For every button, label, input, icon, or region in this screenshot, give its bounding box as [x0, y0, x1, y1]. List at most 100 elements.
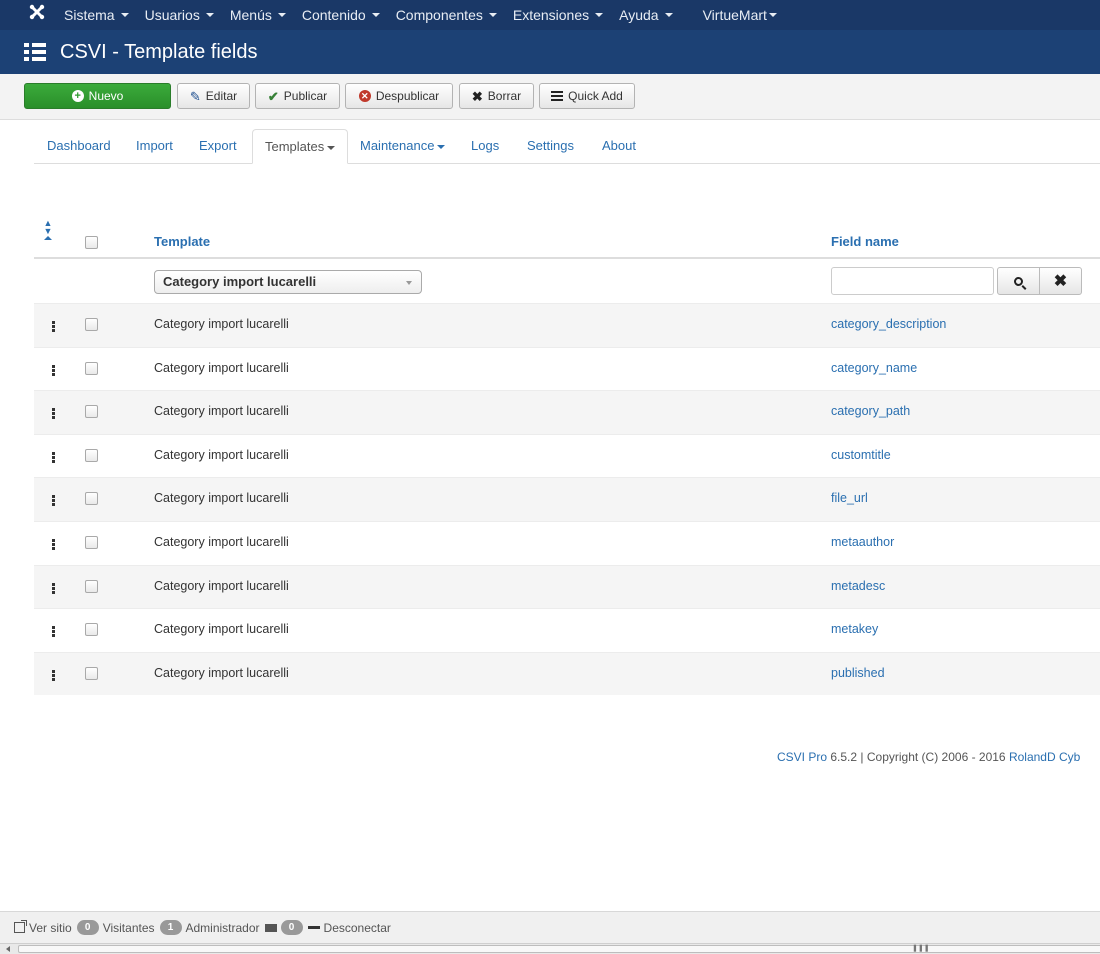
column-header-field-name[interactable]: Field name — [831, 234, 899, 249]
menu-ayuda[interactable]: Ayuda — [619, 7, 673, 23]
field-search-input[interactable] — [831, 267, 994, 295]
drag-handle-icon[interactable] — [52, 538, 55, 550]
tab-settings[interactable]: Settings — [527, 129, 574, 164]
table-body: Category import lucarelli category_descri… — [34, 303, 1100, 696]
new-button-label: Nuevo — [88, 89, 124, 103]
row-checkbox[interactable] — [85, 579, 98, 593]
select-all-checkbox[interactable] — [85, 236, 98, 249]
field-name-link[interactable]: published — [831, 666, 885, 680]
row-checkbox[interactable] — [85, 448, 98, 462]
joomla-logo-icon[interactable] — [24, 0, 50, 30]
logout-link[interactable]: Desconectar — [307, 920, 391, 935]
row-checkbox[interactable] — [85, 361, 98, 375]
row-checkbox[interactable] — [85, 405, 98, 419]
menu-extensiones[interactable]: Extensiones — [513, 7, 604, 23]
view-site-link[interactable]: Ver sitio — [14, 920, 72, 935]
copyright-text: | Copyright (C) 2006 - 2016 — [860, 750, 1006, 764]
publish-button[interactable]: ✔ Publicar — [255, 83, 340, 109]
menu-label: Menús — [229, 7, 272, 23]
menu-usuarios[interactable]: Usuarios — [145, 7, 214, 23]
drag-handle-icon[interactable] — [52, 364, 55, 376]
drag-handle-icon[interactable] — [52, 408, 55, 420]
sort-ascending-icon[interactable] — [44, 236, 52, 240]
quick-add-button-label: Quick Add — [568, 89, 623, 103]
chevron-down-icon — [768, 13, 777, 17]
field-name-link[interactable]: category_name — [831, 361, 917, 375]
row-checkbox[interactable] — [85, 492, 98, 506]
envelope-icon — [264, 923, 277, 932]
delete-button[interactable]: ✖ Borrar — [459, 83, 534, 109]
template-cell: Category import lucarelli — [154, 317, 289, 331]
chevron-down-icon — [371, 13, 380, 17]
chevron-down-icon — [664, 13, 673, 17]
field-name-link[interactable]: category_path — [831, 404, 910, 418]
tab-logs[interactable]: Logs — [471, 129, 499, 164]
tab-maintenance[interactable]: Maintenance — [360, 129, 446, 164]
chevron-down-icon — [120, 13, 129, 17]
row-checkbox[interactable] — [85, 623, 98, 637]
unpublish-button[interactable]: ✕ Despublicar — [345, 83, 453, 109]
new-button[interactable]: + Nuevo — [24, 83, 171, 109]
page-header: CSVI - Template fields — [0, 30, 1100, 74]
admins-label: Administrador — [185, 920, 260, 935]
edit-button-label: Editar — [205, 89, 238, 103]
tab-import[interactable]: Import — [136, 129, 173, 164]
chevron-down-icon — [205, 13, 214, 17]
menu-label: Componentes — [395, 7, 483, 23]
scrollbar-thumb[interactable] — [18, 945, 1100, 953]
tab-export[interactable]: Export — [199, 129, 237, 164]
drag-handle-icon[interactable] — [52, 669, 55, 681]
visitors-status: 0 Visitantes — [76, 920, 155, 935]
edit-button[interactable]: ✎ Editar — [177, 83, 250, 109]
field-name-link[interactable]: customtitle — [831, 448, 891, 462]
menu-label: Usuarios — [144, 7, 200, 23]
field-name-link[interactable]: file_url — [831, 491, 868, 505]
product-link[interactable]: CSVI Pro — [777, 750, 827, 764]
search-button[interactable] — [997, 267, 1040, 295]
tab-templates[interactable]: Templates — [252, 129, 349, 164]
menu-virtuemart[interactable]: VirtueMart — [703, 7, 777, 23]
quick-add-button[interactable]: Quick Add — [539, 83, 635, 109]
template-filter-select[interactable]: Category import lucarelli — [154, 270, 422, 294]
menu-sistema[interactable]: Sistema — [64, 7, 129, 23]
menu-menus[interactable]: Menús — [230, 7, 286, 23]
table-row: Category import lucarelli published — [34, 651, 1100, 696]
external-link-icon — [14, 920, 27, 933]
menu-componentes[interactable]: Componentes — [396, 7, 497, 23]
tab-about[interactable]: About — [602, 129, 636, 164]
menu-contenido[interactable]: Contenido — [302, 7, 380, 23]
column-header-template[interactable]: Template — [154, 234, 210, 249]
row-checkbox[interactable] — [85, 535, 98, 549]
logout-label: Desconectar — [323, 920, 391, 935]
row-checkbox[interactable] — [85, 666, 98, 680]
messages-badge: 0 — [280, 920, 303, 935]
table-row: Category import lucarelli category_path — [34, 390, 1100, 434]
horizontal-scrollbar[interactable]: ❚❚❚ — [0, 943, 1100, 954]
field-name-link[interactable]: metadesc — [831, 579, 885, 593]
messages-status[interactable]: 0 — [264, 920, 303, 935]
sort-icon[interactable]: ▲ ▼ — [43, 219, 53, 236]
close-icon: ✖ — [471, 88, 483, 104]
company-link[interactable]: RolandD Cyb — [1009, 750, 1080, 764]
clear-search-button[interactable]: ✖ — [1039, 267, 1082, 295]
field-name-link[interactable]: category_description — [831, 317, 946, 331]
field-name-link[interactable]: metaauthor — [831, 535, 894, 549]
footer-copyright: CSVI Pro 6.5.2 | Copyright (C) 2006 - 20… — [777, 750, 1080, 764]
edit-icon: ✎ — [189, 88, 201, 104]
drag-handle-icon[interactable] — [52, 451, 55, 463]
table-row: Category import lucarelli category_descri… — [34, 303, 1100, 347]
template-cell: Category import lucarelli — [154, 578, 289, 593]
minus-icon — [307, 926, 320, 929]
x-circle-icon: ✕ — [358, 90, 371, 102]
field-name-link[interactable]: metakey — [831, 622, 878, 636]
drag-handle-icon[interactable] — [52, 582, 55, 594]
template-cell: Category import lucarelli — [154, 491, 289, 506]
publish-button-label: Publicar — [283, 89, 328, 103]
drag-handle-icon[interactable] — [52, 495, 55, 507]
template-cell: Category import lucarelli — [154, 665, 289, 680]
drag-handle-icon[interactable] — [52, 626, 55, 638]
row-checkbox[interactable] — [85, 318, 98, 331]
tab-dashboard[interactable]: Dashboard — [47, 129, 111, 164]
scroll-left-icon[interactable] — [6, 946, 10, 952]
drag-handle-icon[interactable] — [52, 321, 55, 332]
